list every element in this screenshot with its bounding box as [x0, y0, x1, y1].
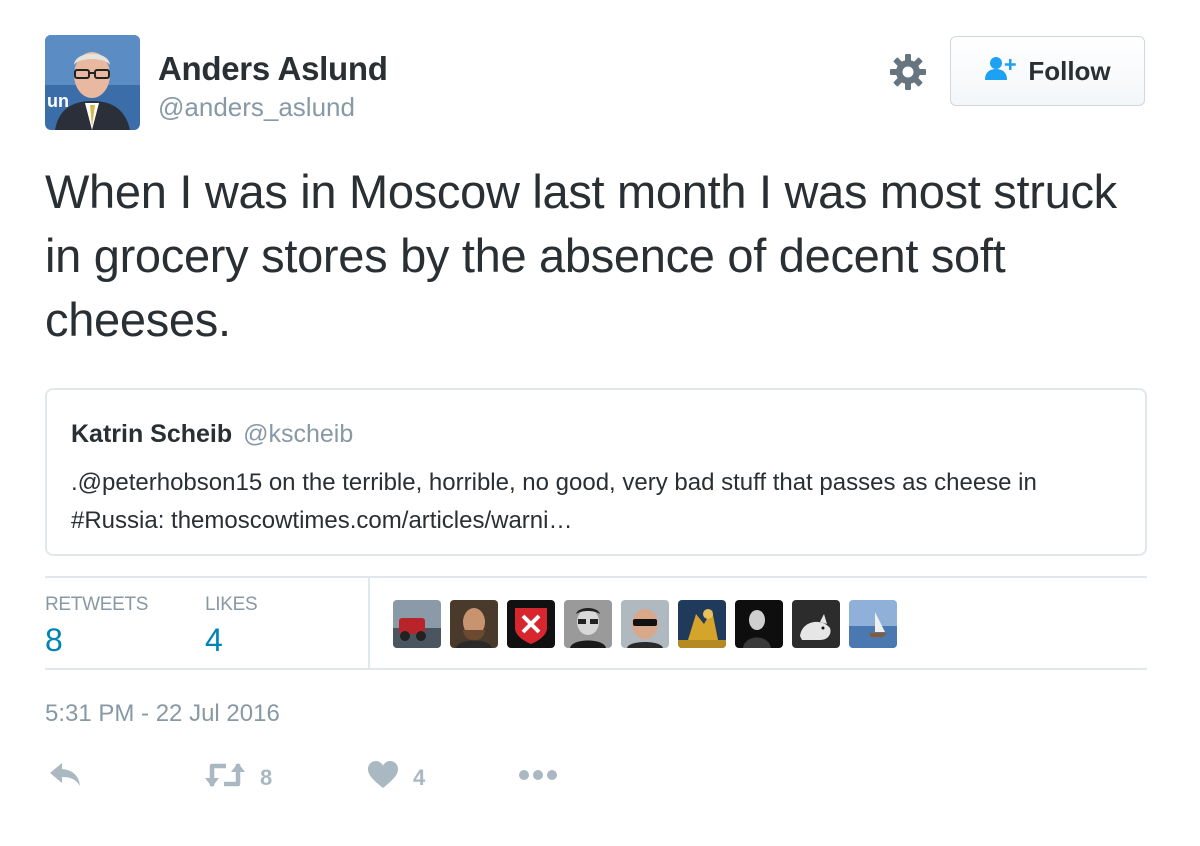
retweets-label[interactable]: RETWEETS	[45, 594, 148, 616]
quoted-tweet-header: Katrin Scheib @kscheib	[71, 420, 353, 449]
reply-button[interactable]	[48, 760, 82, 793]
author-avatar[interactable]: un	[45, 35, 140, 130]
quoted-author-name: Katrin Scheib	[71, 420, 233, 448]
quoted-tweet[interactable]: Katrin Scheib @kscheib .@peterhobson15 o…	[45, 388, 1147, 556]
gear-icon[interactable]	[888, 52, 928, 92]
like-count: 4	[413, 764, 426, 790]
retweet-button[interactable]: 8	[204, 760, 272, 795]
more-icon	[518, 760, 560, 795]
author-screen-name[interactable]: @anders_aslund	[158, 92, 355, 123]
likers-avatar-list	[393, 600, 897, 648]
liker-avatar[interactable]	[450, 600, 498, 648]
likes-count[interactable]: 4	[205, 622, 223, 659]
tweet-timestamp[interactable]: 5:31 PM - 22 Jul 2016	[45, 700, 280, 728]
divider	[45, 668, 1147, 670]
retweets-count[interactable]: 8	[45, 622, 63, 659]
liker-avatar[interactable]	[393, 600, 441, 648]
quoted-tweet-text: .@peterhobson15 on the terrible, horribl…	[71, 469, 1037, 534]
add-user-icon	[984, 55, 1018, 88]
more-options-button[interactable]	[518, 760, 560, 795]
author-display-name[interactable]: Anders Aslund	[158, 50, 388, 88]
stats-separator	[368, 578, 370, 670]
heart-icon	[367, 760, 399, 795]
liker-avatar[interactable]	[564, 600, 612, 648]
likes-label[interactable]: LIKES	[205, 594, 258, 616]
liker-avatar[interactable]	[735, 600, 783, 648]
reply-icon	[48, 760, 82, 793]
follow-button[interactable]: Follow	[950, 36, 1145, 106]
follow-label: Follow	[1028, 55, 1111, 86]
retweet-count: 8	[260, 764, 273, 790]
liker-avatar[interactable]	[792, 600, 840, 648]
like-button[interactable]: 4	[367, 760, 425, 795]
avatar-banner-text: un	[47, 91, 69, 111]
tweet-text: When I was in Moscow last month I was mo…	[45, 165, 1117, 346]
divider	[45, 576, 1147, 578]
liker-avatar[interactable]	[507, 600, 555, 648]
liker-avatar[interactable]	[678, 600, 726, 648]
retweet-icon	[204, 760, 246, 795]
liker-avatar[interactable]	[849, 600, 897, 648]
liker-avatar[interactable]	[621, 600, 669, 648]
quoted-author-handle: @kscheib	[243, 420, 354, 448]
